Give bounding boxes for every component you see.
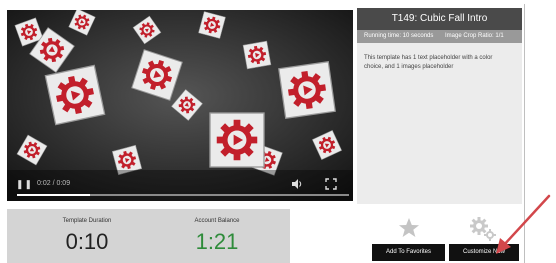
add-to-favorites-button[interactable]: Add To Favorites bbox=[372, 244, 445, 261]
progress-bar[interactable] bbox=[17, 194, 349, 196]
stats-box: Template Duration 0:10 Account Balance 1… bbox=[7, 209, 290, 263]
balance-label: Account Balance bbox=[194, 218, 240, 224]
running-time: Running time: 10 seconds bbox=[364, 33, 434, 39]
fullscreen-icon[interactable] bbox=[325, 178, 337, 190]
template-title: T149: Cubic Fall Intro bbox=[357, 8, 522, 30]
duration-value: 0:10 bbox=[65, 229, 109, 254]
star-icon[interactable] bbox=[397, 216, 421, 240]
customize-now-button[interactable]: Customize Now bbox=[449, 244, 519, 261]
template-meta-bar: Running time: 10 seconds Image Crop Rati… bbox=[357, 30, 522, 43]
volume-icon[interactable] bbox=[291, 178, 303, 190]
progress-fill bbox=[17, 194, 91, 196]
video-preview-frame bbox=[7, 10, 353, 201]
balance-value: 1:21 bbox=[195, 229, 239, 254]
gears-icon[interactable] bbox=[468, 216, 498, 242]
template-info-panel: T149: Cubic Fall Intro Running time: 10 … bbox=[357, 8, 522, 204]
template-description: This template has 1 text placeholder wit… bbox=[364, 55, 493, 70]
vertical-divider bbox=[524, 4, 525, 263]
playback-time: 0:02 / 0:09 bbox=[37, 180, 71, 187]
duration-label: Template Duration bbox=[62, 218, 112, 224]
video-player[interactable]: ❚❚ 0:02 / 0:09 bbox=[7, 10, 353, 201]
crop-ratio: Image Crop Ratio: 1/1 bbox=[445, 33, 504, 39]
pause-icon[interactable]: ❚❚ bbox=[16, 179, 33, 189]
